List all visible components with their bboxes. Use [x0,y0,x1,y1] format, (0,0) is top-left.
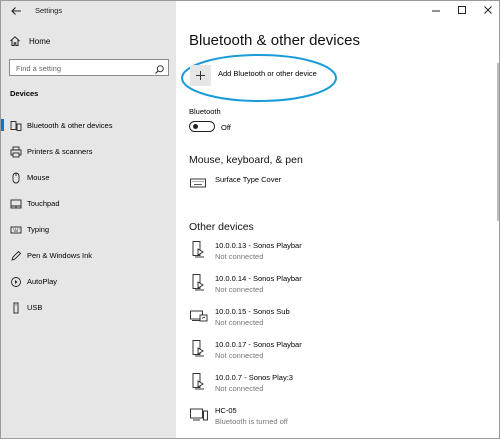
plus-icon [196,71,205,80]
device-name: 10.0.0.17 - Sonos Playbar [215,340,302,349]
sidebar-item-label: Touchpad [27,198,60,208]
sidebar-item-label: Typing [27,224,50,234]
sidebar-item-label: Mouse [27,172,50,182]
page-title: Bluetooth & other devices [189,32,360,49]
bluetooth-devices-icon [10,119,22,131]
keyboard-icon [10,223,22,235]
sidebar-item-mouse[interactable]: Mouse [1,168,176,186]
device-item[interactable]: 10.0.0.14 - Sonos Playbar Not connected [189,273,489,303]
sidebar-item-printers[interactable]: Printers & scanners [1,142,176,160]
add-device-label[interactable]: Add Bluetooth or other device [218,69,317,78]
settings-window: Settings Home Find a setting Devices Blu… [0,0,500,439]
sidebar-item-usb[interactable]: USB [1,298,176,316]
search-placeholder: Find a setting [16,63,62,73]
main-content: Bluetooth & other devices Add Bluetooth … [176,1,499,438]
toggle-knob [192,123,198,129]
sidebar-item-typing[interactable]: Typing [1,220,176,238]
selection-indicator [1,119,4,131]
close-button[interactable] [475,1,499,21]
device-status: Bluetooth is turned off [215,417,288,426]
back-arrow-icon[interactable] [9,4,23,18]
device-status: Not connected [215,384,264,393]
usb-icon [10,301,22,314]
sidebar-item-label: AutoPlay [27,276,58,286]
window-controls [423,1,499,21]
title-bar: Settings [1,1,176,21]
sidebar-item-label: Printers & scanners [27,146,93,156]
sidebar: Settings Home Find a setting Devices Blu… [1,1,176,438]
group-title-other-devices: Other devices [189,221,254,233]
device-status: Not connected [215,318,264,327]
app-title: Settings [35,6,63,15]
device-name: 10.0.0.7 - Sonos Play:3 [215,373,293,382]
device-item[interactable]: 10.0.0.17 - Sonos Playbar Not connected [189,339,489,369]
keyboard-icon [189,174,209,194]
sidebar-item-label: USB [27,302,43,312]
device-name: HC-05 [215,406,237,415]
touchpad-icon [10,197,22,209]
bluetooth-label: Bluetooth [189,107,221,116]
device-item[interactable]: 10.0.0.13 - Sonos Playbar Not connected [189,240,489,270]
search-icon[interactable] [154,62,165,74]
search-box[interactable]: Find a setting [9,59,169,76]
sidebar-item-label: Pen & Windows Ink [27,250,93,260]
group-title-input-devices: Mouse, keyboard, & pen [189,154,303,166]
device-name: 10.0.0.13 - Sonos Playbar [215,241,302,250]
media-device-icon [189,273,209,293]
printer-icon [10,145,22,158]
add-device-button[interactable] [190,65,211,86]
network-device-icon [189,306,209,326]
media-device-icon [189,372,209,392]
sidebar-item-bluetooth[interactable]: Bluetooth & other devices [1,116,176,134]
sidebar-item-touchpad[interactable]: Touchpad [1,194,176,212]
device-name: 10.0.0.15 - Sonos Sub [215,307,290,316]
device-name: Surface Type Cover [215,175,282,184]
device-status: Not connected [215,351,264,360]
pen-icon [10,249,22,261]
bluetooth-toggle[interactable] [189,121,215,132]
device-name: 10.0.0.14 - Sonos Playbar [215,274,302,283]
device-item[interactable]: 10.0.0.15 - Sonos Sub Not connected [189,306,489,336]
home-icon [10,36,20,46]
sidebar-item-label: Bluetooth & other devices [27,120,113,130]
sidebar-item-autoplay[interactable]: AutoPlay [1,272,176,290]
media-device-icon [189,240,209,260]
device-item[interactable]: Surface Type Cover [189,174,489,204]
autoplay-icon [10,275,22,287]
home-link[interactable]: Home [9,34,169,48]
bluetooth-state: Off [221,123,231,132]
generic-device-icon [189,405,209,425]
home-label: Home [29,36,51,46]
minimize-button[interactable] [423,1,449,21]
mouse-icon [10,171,22,184]
device-status: Not connected [215,285,264,294]
device-item[interactable]: HC-05 Bluetooth is turned off [189,405,489,435]
maximize-button[interactable] [449,1,475,21]
media-device-icon [189,339,209,359]
section-title-devices: Devices [10,89,39,98]
scrollbar[interactable] [497,63,499,221]
device-item[interactable]: 10.0.0.7 - Sonos Play:3 Not connected [189,372,489,402]
device-status: Not connected [215,252,264,261]
sidebar-item-pen[interactable]: Pen & Windows Ink [1,246,176,264]
